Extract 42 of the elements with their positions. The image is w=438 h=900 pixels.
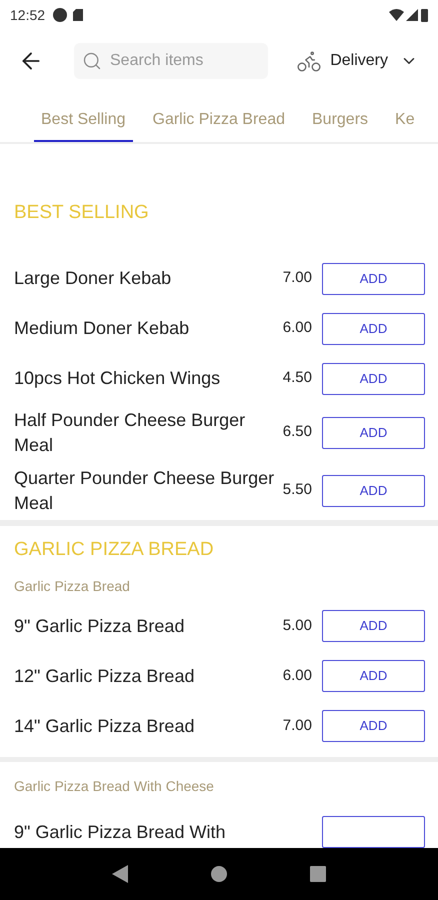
- sd-card-icon: [73, 9, 84, 21]
- add-button[interactable]: ADD: [322, 416, 425, 448]
- item-price: 7.00: [282, 268, 312, 288]
- item-price: 6.00: [282, 666, 312, 686]
- item-price: 4.50: [282, 368, 312, 388]
- home-nav-icon[interactable]: [210, 866, 227, 882]
- group-subtitle: Garlic Pizza Bread: [13, 577, 131, 596]
- order-mode[interactable]: Delivery: [330, 49, 388, 73]
- add-button[interactable]: ADD: [322, 610, 425, 642]
- signal-icon: [406, 9, 418, 21]
- item-name: 12" Garlic Pizza Bread: [14, 664, 196, 688]
- section-title: GARLIC PIZZA BREAD: [13, 538, 215, 562]
- battery-icon: [421, 8, 428, 22]
- item-name: Medium Doner Kebab: [14, 317, 190, 340]
- add-button[interactable]: ADD: [322, 660, 425, 692]
- add-button[interactable]: ADD: [322, 710, 425, 742]
- recents-nav-icon[interactable]: [310, 866, 326, 882]
- item-price: 6.50: [282, 422, 312, 442]
- item-name: 9" Garlic Pizza Bread: [14, 614, 186, 638]
- item-price: 7.00: [282, 716, 312, 736]
- wifi-icon: [389, 9, 404, 21]
- back-nav-icon[interactable]: [112, 865, 128, 883]
- add-button[interactable]: [322, 816, 425, 848]
- group-subtitle: Garlic Pizza Bread With Cheese: [13, 777, 215, 796]
- item-name: Half Pounder Cheese Burger Meal: [14, 408, 246, 456]
- status-time: 12:52: [10, 6, 46, 24]
- item-name: 10pcs Hot Chicken Wings: [14, 367, 222, 390]
- item-price: 5.00: [282, 616, 312, 636]
- add-button[interactable]: ADD: [322, 262, 425, 294]
- item-name: Quarter Pounder Cheese Burger Meal: [14, 466, 276, 514]
- item-price: 5.50: [282, 480, 312, 500]
- item-name: 9" Garlic Pizza Bread With: [14, 820, 226, 844]
- search-icon: [82, 51, 102, 71]
- search-field[interactable]: Search items: [74, 43, 268, 79]
- section-title: BEST SELLING: [13, 201, 150, 225]
- app-badge-icon: [53, 8, 68, 22]
- add-button[interactable]: ADD: [322, 474, 425, 506]
- add-button[interactable]: ADD: [322, 312, 425, 344]
- item-name: 14" Garlic Pizza Bread: [14, 714, 196, 738]
- item-name: Large Doner Kebab: [14, 267, 172, 290]
- add-button[interactable]: ADD: [322, 362, 425, 394]
- item-price: 6.00: [282, 318, 312, 338]
